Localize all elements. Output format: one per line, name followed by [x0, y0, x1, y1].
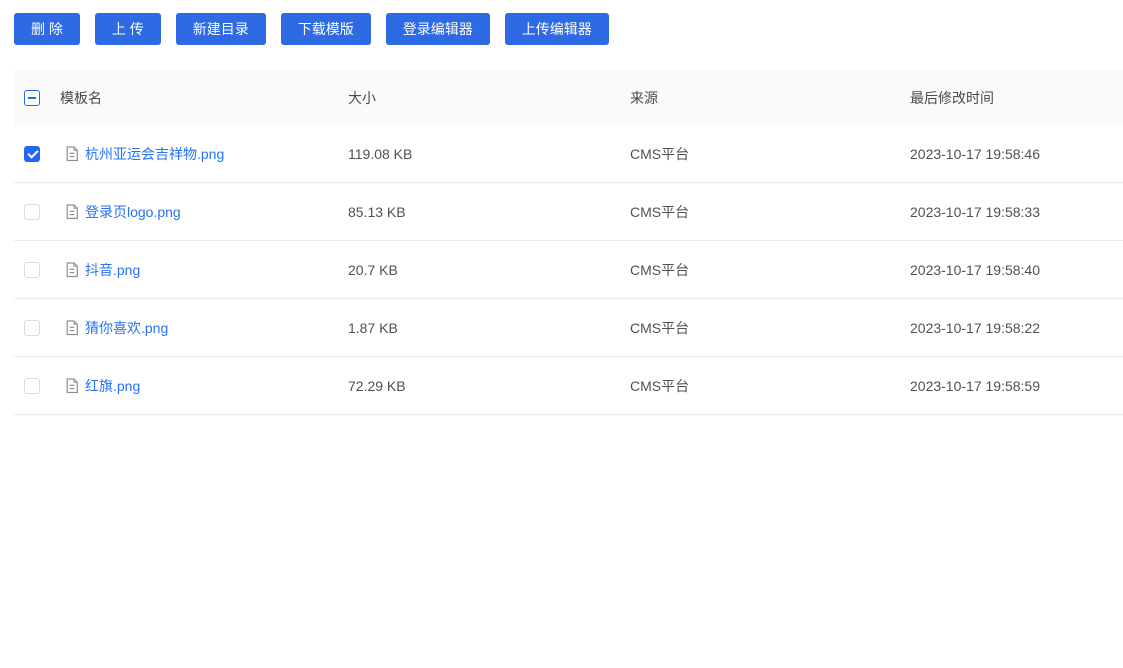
file-source-cell: CMS平台	[630, 203, 690, 220]
table-body: 杭州亚运会吉祥物.png 119.08 KB CMS平台 2023-10-17 …	[14, 125, 1123, 415]
column-header-source: 来源	[630, 89, 658, 106]
row-checkbox[interactable]	[24, 145, 40, 162]
file-document-icon	[65, 261, 79, 278]
table-row: 猜你喜欢.png 1.87 KB CMS平台 2023-10-17 19:58:…	[14, 299, 1123, 357]
delete-button[interactable]: 删 除	[14, 13, 80, 45]
toolbar: 删 除 上 传 新建目录 下载模版 登录编辑器 上传编辑器	[0, 0, 1123, 45]
file-name-cell: 登录页logo.png	[60, 202, 348, 222]
file-name-link[interactable]: 猜你喜欢.png	[85, 318, 168, 338]
file-source-cell: CMS平台	[630, 145, 690, 162]
file-document-icon	[65, 203, 79, 220]
upload-editor-button[interactable]: 上传编辑器	[504, 13, 609, 45]
header-checkbox-cell	[14, 89, 60, 106]
file-modified-cell: 2023-10-17 19:58:40	[910, 261, 1040, 278]
table-row: 登录页logo.png 85.13 KB CMS平台 2023-10-17 19…	[14, 183, 1123, 241]
file-modified-cell: 2023-10-17 19:58:33	[910, 203, 1040, 220]
row-checkbox[interactable]	[24, 261, 40, 278]
row-checkbox-cell	[14, 377, 60, 394]
file-name-link[interactable]: 登录页logo.png	[85, 202, 181, 222]
row-checkbox-cell	[14, 261, 60, 278]
file-name-cell: 抖音.png	[60, 260, 348, 280]
file-size-cell: 85.13 KB	[348, 203, 406, 220]
file-name-link[interactable]: 红旗.png	[85, 376, 140, 396]
file-document-icon	[65, 319, 79, 336]
file-size-cell: 1.87 KB	[348, 319, 398, 336]
table-row: 杭州亚运会吉祥物.png 119.08 KB CMS平台 2023-10-17 …	[14, 125, 1123, 183]
file-document-icon	[65, 145, 79, 162]
file-source-cell: CMS平台	[630, 377, 690, 394]
file-source-cell: CMS平台	[630, 261, 690, 278]
row-checkbox-cell	[14, 203, 60, 220]
select-all-checkbox[interactable]	[24, 89, 40, 106]
row-checkbox-cell	[14, 319, 60, 336]
table-row: 红旗.png 72.29 KB CMS平台 2023-10-17 19:58:5…	[14, 357, 1123, 415]
file-name-cell: 杭州亚运会吉祥物.png	[60, 144, 348, 164]
column-header-size: 大小	[348, 89, 376, 106]
file-source-cell: CMS平台	[630, 319, 690, 336]
file-size-cell: 20.7 KB	[348, 261, 398, 278]
row-checkbox-cell	[14, 145, 60, 162]
file-table: 模板名 大小 来源 最后修改时间 杭州亚运会吉祥物.png 119.08 KB …	[14, 70, 1123, 415]
file-size-cell: 72.29 KB	[348, 377, 406, 394]
file-modified-cell: 2023-10-17 19:58:46	[910, 145, 1040, 162]
new-directory-button[interactable]: 新建目录	[175, 13, 266, 45]
file-name-cell: 红旗.png	[60, 376, 348, 396]
file-name-link[interactable]: 杭州亚运会吉祥物.png	[85, 144, 224, 164]
row-checkbox[interactable]	[24, 377, 40, 394]
column-header-modified: 最后修改时间	[910, 89, 994, 106]
file-name-link[interactable]: 抖音.png	[85, 260, 140, 280]
file-name-cell: 猜你喜欢.png	[60, 318, 348, 338]
row-checkbox[interactable]	[24, 203, 40, 220]
download-template-button[interactable]: 下载模版	[280, 13, 371, 45]
file-modified-cell: 2023-10-17 19:58:59	[910, 377, 1040, 394]
upload-button[interactable]: 上 传	[94, 13, 161, 45]
column-header-name: 模板名	[60, 89, 102, 106]
file-document-icon	[65, 377, 79, 394]
table-row: 抖音.png 20.7 KB CMS平台 2023-10-17 19:58:40	[14, 241, 1123, 299]
row-checkbox[interactable]	[24, 319, 40, 336]
file-size-cell: 119.08 KB	[348, 145, 413, 162]
file-modified-cell: 2023-10-17 19:58:22	[910, 319, 1040, 336]
table-header-row: 模板名 大小 来源 最后修改时间	[14, 70, 1123, 125]
login-editor-button[interactable]: 登录编辑器	[385, 13, 490, 45]
